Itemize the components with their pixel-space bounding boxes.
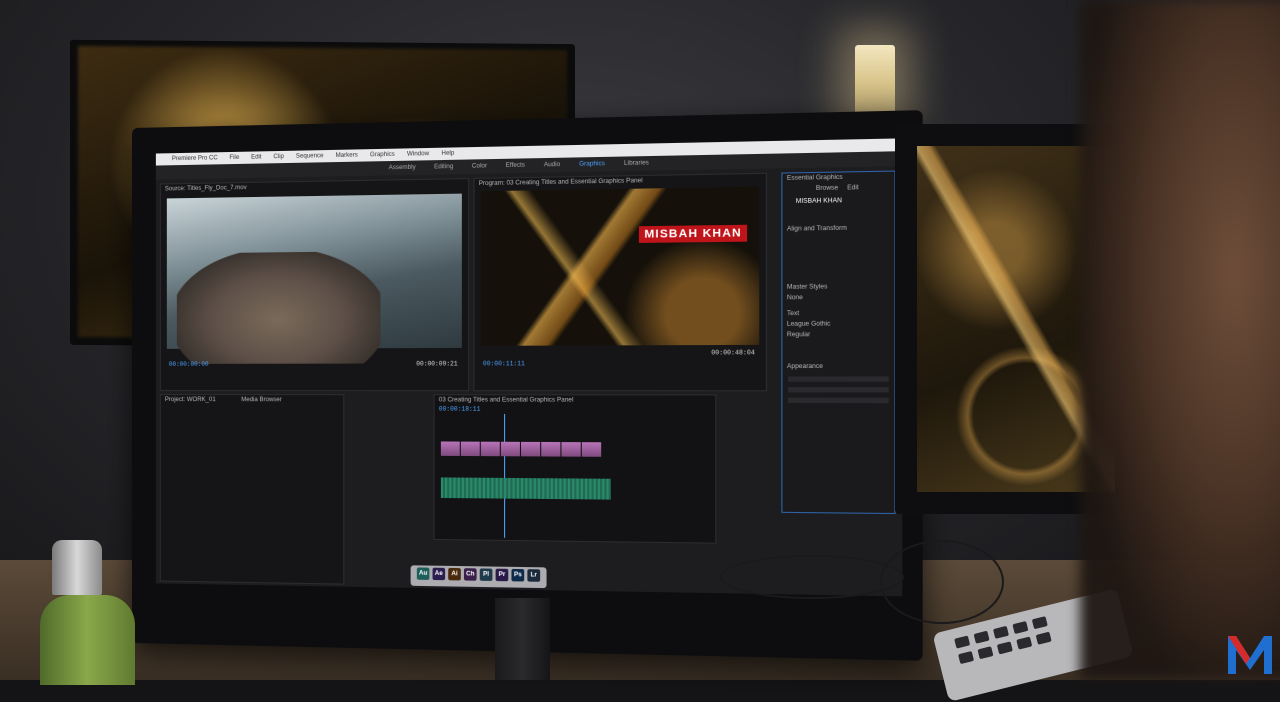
eg-tab-edit[interactable]: Edit (847, 185, 859, 192)
keypad-key[interactable] (993, 626, 1009, 639)
keypad-key[interactable] (1032, 616, 1048, 629)
ws-assembly[interactable]: Assembly (389, 165, 416, 172)
menu-clip[interactable]: Clip (273, 154, 284, 160)
source-monitor-panel: Source: Titles_Fly_Doc_7.mov 00:00:00:00… (160, 178, 469, 391)
ws-graphics[interactable]: Graphics (579, 161, 605, 168)
program-duration: 00:00:48:04 (711, 349, 755, 356)
video-clip[interactable] (501, 442, 520, 457)
cable (720, 555, 904, 599)
eg-tab-browse[interactable]: Browse (816, 185, 838, 192)
video-track-clips (441, 441, 601, 456)
title-card-text[interactable]: MISBAH KHAN (639, 225, 747, 243)
dock-premiere-icon[interactable]: Pr (496, 569, 509, 582)
watermark-logo (1226, 632, 1274, 676)
eg-style-select[interactable]: Regular (787, 332, 810, 338)
eg-panel-title[interactable]: Essential Graphics (787, 175, 843, 182)
source-video-frame (167, 194, 462, 349)
video-clip[interactable] (561, 442, 580, 457)
source-timecode: 00:00:00:00 (169, 361, 209, 368)
dock-character-animator-icon[interactable]: Ch (464, 568, 477, 581)
eg-master-style-value[interactable]: None (787, 295, 803, 301)
ws-libraries[interactable]: Libraries (624, 160, 649, 167)
video-clip[interactable] (481, 442, 500, 457)
program-video-frame: MISBAH KHAN (481, 187, 759, 346)
menu-app[interactable]: Premiere Pro CC (172, 155, 218, 162)
eg-section-align: Align and Transform (787, 226, 847, 233)
dock-prelude-icon[interactable]: Pl (480, 568, 493, 581)
media-browser-tab[interactable]: Media Browser (241, 397, 282, 403)
water-bottle (40, 540, 140, 680)
keypad-key[interactable] (958, 651, 974, 664)
source-duration: 00:00:09:21 (416, 360, 457, 367)
eg-section-appearance: Appearance (787, 364, 823, 370)
audio-track-waveform[interactable] (441, 477, 611, 499)
ws-editing[interactable]: Editing (434, 164, 453, 171)
eg-section-text: Text (787, 311, 799, 317)
keypad-key[interactable] (1016, 637, 1032, 650)
video-clip[interactable] (441, 441, 460, 455)
menu-help[interactable]: Help (441, 151, 454, 157)
menu-edit[interactable]: Edit (251, 154, 261, 160)
bottle-body (40, 595, 135, 685)
video-clip[interactable] (461, 442, 480, 457)
eg-layer-name[interactable]: MISBAH KHAN (796, 198, 842, 205)
dock-audition-icon[interactable]: Au (417, 567, 430, 580)
program-monitor-panel: Program: 03 Creating Titles and Essentia… (473, 173, 767, 392)
playhead[interactable] (504, 414, 505, 538)
keypad-key[interactable] (974, 631, 990, 644)
ws-effects[interactable]: Effects (506, 163, 525, 170)
keypad-key[interactable] (997, 641, 1013, 654)
ws-color[interactable]: Color (472, 163, 487, 169)
eg-shadow-row[interactable] (788, 398, 889, 403)
bottle-cap (52, 540, 102, 595)
source-panel-title[interactable]: Source: Titles_Fly_Doc_7.mov (165, 185, 247, 192)
keypad-key[interactable] (1036, 632, 1052, 645)
eg-fill-row[interactable] (788, 376, 889, 381)
monitor-stand (495, 598, 550, 680)
video-clip[interactable] (541, 442, 560, 457)
macos-dock: Au Ae Ai Ch Pl Pr Ps Lr (411, 565, 547, 588)
dock-photoshop-icon[interactable]: Ps (511, 569, 524, 582)
person-foreground (1080, 0, 1280, 680)
menu-sequence[interactable]: Sequence (296, 153, 324, 160)
eg-stroke-row[interactable] (788, 387, 889, 392)
program-timecode: 00:00:11:11 (483, 360, 525, 367)
menu-window[interactable]: Window (407, 151, 429, 158)
keypad-key[interactable] (977, 646, 993, 659)
project-panel-title[interactable]: Project: WORK_01 (165, 397, 216, 403)
premiere-window: Premiere Pro CC File Edit Clip Sequence … (156, 138, 902, 596)
menu-markers[interactable]: Markers (336, 152, 358, 159)
dock-illustrator-icon[interactable]: Ai (448, 568, 461, 581)
menu-file[interactable]: File (229, 155, 239, 161)
keypad-key[interactable] (1012, 621, 1028, 634)
video-clip[interactable] (521, 442, 540, 457)
essential-graphics-panel: Essential Graphics Browse Edit MISBAH KH… (781, 171, 895, 515)
timeline-tab[interactable]: 03 Creating Titles and Essential Graphic… (439, 397, 574, 403)
keypad-key[interactable] (954, 635, 970, 648)
menu-graphics[interactable]: Graphics (370, 152, 395, 159)
timeline-panel: 03 Creating Titles and Essential Graphic… (434, 394, 717, 543)
program-panel-title[interactable]: Program: 03 Creating Titles and Essentia… (479, 178, 643, 187)
project-panel: Project: WORK_01 Media Browser (160, 394, 344, 585)
ws-audio[interactable]: Audio (544, 162, 560, 169)
video-clip[interactable] (582, 442, 601, 457)
dock-lightroom-icon[interactable]: Lr (527, 569, 540, 582)
coastal-rock (177, 251, 381, 364)
eg-font-select[interactable]: League Gothic (787, 321, 830, 328)
timeline-timecode: 00:00:18:11 (439, 406, 481, 413)
dock-after-effects-icon[interactable]: Ae (433, 568, 446, 581)
eg-section-master-styles: Master Styles (787, 284, 827, 291)
